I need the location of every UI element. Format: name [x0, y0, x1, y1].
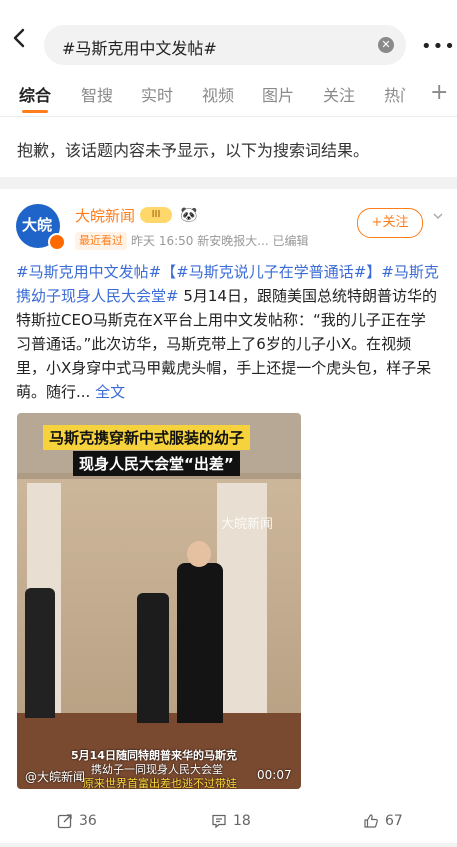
like-count: 67 [385, 813, 403, 829]
tab-smart-search[interactable]: 智搜 [81, 82, 113, 106]
section-divider [0, 177, 457, 189]
comment-button[interactable]: 18 [211, 813, 251, 829]
post-meta: 昨天 16:50 新安晚报大... 已编辑 [131, 234, 309, 248]
active-tab-indicator [22, 110, 48, 113]
video-watermark: 大皖新闻 [221, 517, 274, 532]
notice-banner: 抱歉，该话题内容未予显示，以下为搜索词结果。 [0, 117, 457, 177]
tab-comprehensive[interactable]: 综合 [19, 82, 51, 106]
tab-following[interactable]: 关注 [323, 82, 355, 106]
comment-icon [212, 814, 226, 829]
search-input[interactable]: #马斯克用中文发帖# ✕ [44, 25, 406, 65]
video-title-line2: 现身人民大会堂“出差” [73, 451, 240, 476]
hashtag-link[interactable]: 【#马斯克说儿子在学普通话#】 [161, 263, 381, 281]
back-arrow-icon[interactable] [10, 28, 30, 48]
full-text-link[interactable]: 全文 [95, 383, 125, 401]
thumbs-up-icon [364, 814, 378, 828]
video-title-line1: 马斯克携穿新中式服装的幼子 [43, 425, 251, 450]
video-source: @大皖新闻 [25, 770, 86, 784]
share-icon [57, 814, 72, 829]
hashtag-link[interactable]: #马斯克用中文发帖# [16, 263, 161, 281]
post-card: 大皖 大皖新闻 III 🐼 最近看过 昨天 16:50 新安晚报大... 已编辑… [0, 189, 457, 847]
search-query-text: #马斯克用中文发帖# [62, 39, 217, 58]
tab-video[interactable]: 视频 [202, 82, 234, 106]
add-tab-icon[interactable]: + [430, 80, 448, 105]
share-button[interactable]: 36 [57, 813, 97, 829]
video-duration: 00:07 [257, 768, 292, 782]
video-player[interactable]: 马斯克携穿新中式服装的幼子 现身人民大会堂“出差” 大皖新闻 5月14日随同特朗… [17, 413, 301, 789]
comment-count: 18 [233, 813, 251, 829]
video-subtitle: 原来世界首富出差也逃不过带娃 [83, 777, 237, 789]
tab-bar: 综合 智搜 实时 视频 图片 关注 热门 + [0, 72, 457, 117]
follow-button[interactable]: +关注 [357, 208, 423, 238]
clear-icon[interactable]: ✕ [378, 37, 394, 53]
video-person [25, 588, 55, 718]
crown-badge-icon: III [140, 207, 172, 223]
recently-viewed-tag: 最近看过 [75, 232, 127, 250]
video-person [177, 563, 223, 723]
more-options-icon[interactable]: ••• [421, 36, 456, 57]
avatar-logo-text: 大皖 [22, 216, 53, 234]
tab-images[interactable]: 图片 [262, 82, 294, 106]
video-person-head [187, 541, 211, 567]
post-bottom-divider [0, 843, 457, 847]
top-search-bar: #马斯克用中文发帖# ✕ ••• [0, 0, 457, 72]
panda-badge-icon: 🐼 [180, 207, 198, 223]
like-button[interactable]: 67 [363, 813, 403, 829]
post-content: #马斯克用中文发帖#【#马斯克说儿子在学普通话#】#马斯克携幼子现身人民大会堂#… [16, 260, 440, 404]
share-count: 36 [79, 813, 97, 829]
verified-icon [48, 233, 66, 251]
tab-hot[interactable]: 热门 [384, 82, 406, 106]
video-person [137, 593, 169, 723]
chevron-down-icon[interactable] [433, 211, 443, 221]
tab-realtime[interactable]: 实时 [141, 82, 173, 106]
author-name[interactable]: 大皖新闻 [75, 205, 135, 226]
notice-text: 抱歉，该话题内容未予显示，以下为搜索词结果。 [17, 141, 370, 160]
post-actions: 36 18 67 [0, 813, 457, 837]
